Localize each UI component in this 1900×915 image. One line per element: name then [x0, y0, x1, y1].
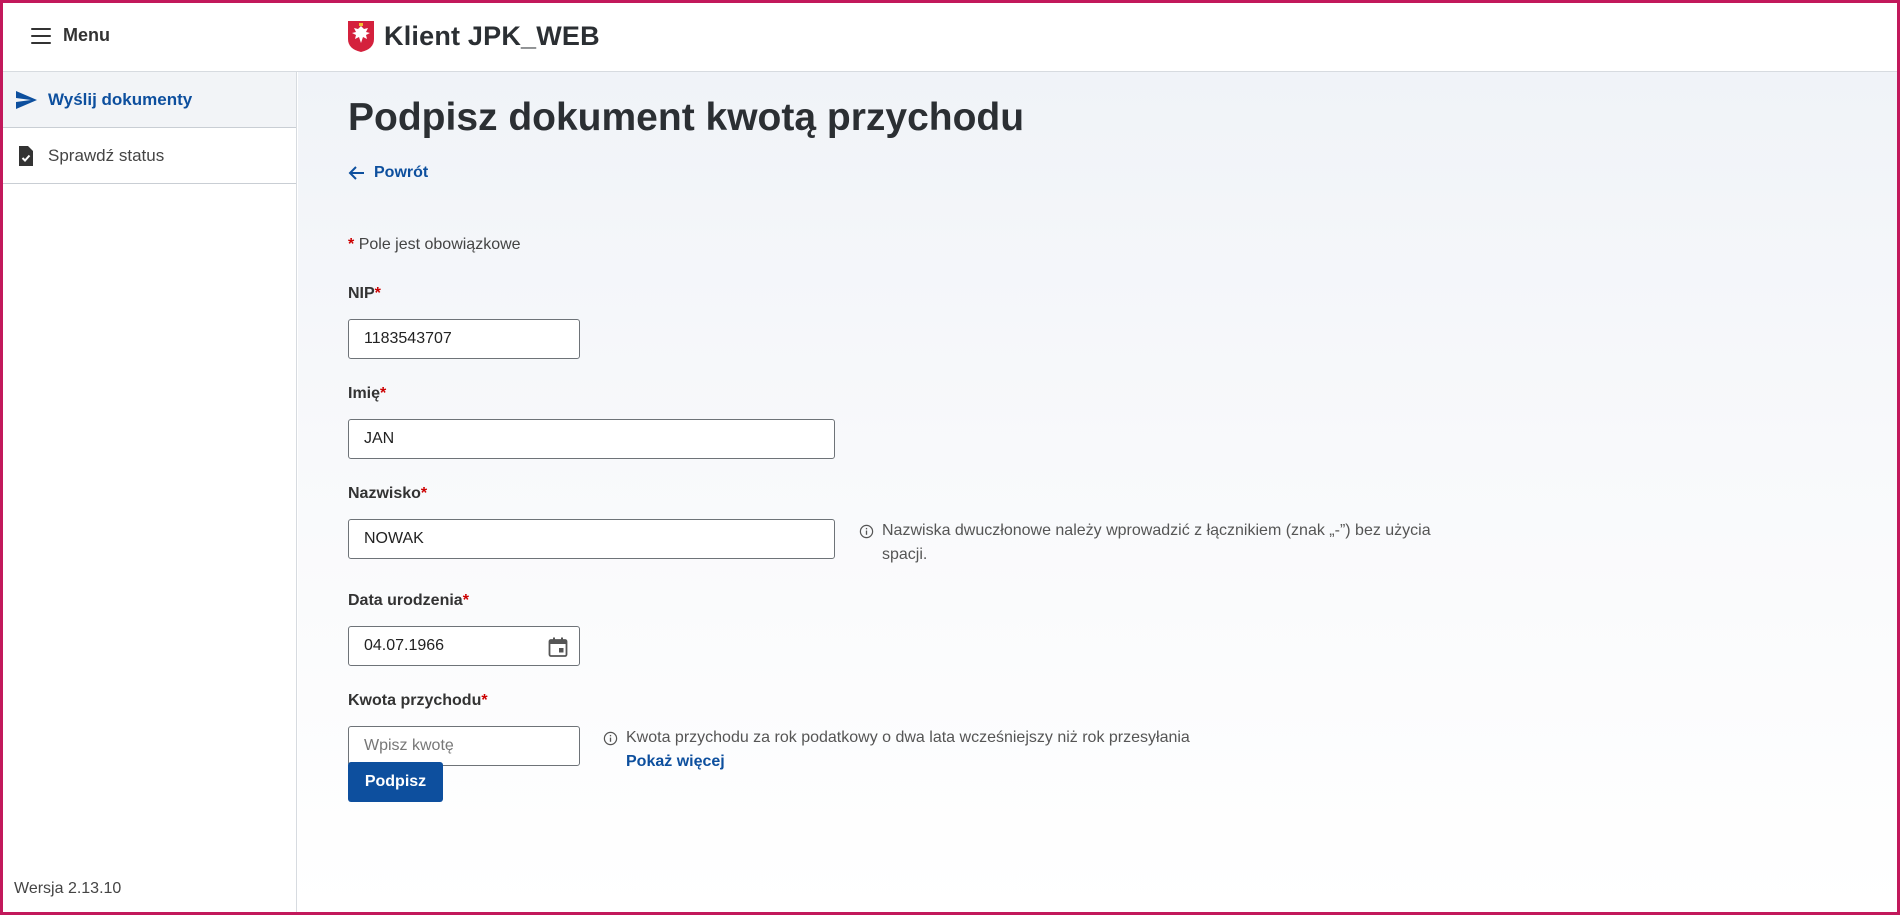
- main-content: Podpisz dokument kwotą przychodu Powrót …: [298, 72, 1897, 912]
- nip-input[interactable]: 1183543707: [348, 319, 580, 359]
- app-title: Klient JPK_WEB: [384, 20, 600, 51]
- required-mark: *: [420, 485, 428, 502]
- top-bar: Menu Klient JPK_WEB: [3, 3, 1897, 72]
- nip-label: NIP*: [348, 285, 381, 303]
- required-mark: *: [348, 236, 355, 253]
- sidebar: Wyślij dokumenty Sprawdź status Wersja 2…: [3, 72, 297, 912]
- income-amount-hint: Kwota przychodu za rok podatkowy o dwa l…: [603, 726, 1303, 774]
- income-amount-label-text: Kwota przychodu: [348, 692, 482, 709]
- income-amount-hint-body: Kwota przychodu za rok podatkowy o dwa l…: [626, 726, 1190, 774]
- last-name-label-text: Nazwisko: [348, 485, 421, 502]
- required-note-text: Pole jest obowiązkowe: [358, 236, 521, 253]
- hamburger-icon: [31, 27, 51, 44]
- birth-date-label: Data urodzenia*: [348, 592, 469, 610]
- income-amount-label: Kwota przychodu*: [348, 692, 488, 710]
- document-check-icon: [19, 145, 33, 166]
- nip-label-text: NIP: [348, 285, 375, 302]
- polish-eagle-emblem-icon: [348, 21, 374, 52]
- first-name-input[interactable]: JAN: [348, 419, 835, 459]
- back-link-label: Powrót: [374, 164, 429, 181]
- back-link[interactable]: Powrót: [348, 164, 428, 182]
- calendar-icon[interactable]: [547, 636, 569, 658]
- income-amount-hint-text: Kwota przychodu za rok podatkowy o dwa l…: [626, 729, 1190, 746]
- menu-button[interactable]: Menu: [31, 25, 110, 46]
- last-name-hint-text: Nazwiska dwuczłonowe należy wprowadzić z…: [882, 522, 1431, 563]
- required-mark: *: [380, 385, 387, 402]
- app-brand: Klient JPK_WEB: [346, 19, 600, 53]
- required-mark: *: [462, 592, 469, 609]
- info-icon: [859, 524, 874, 539]
- last-name-label: Nazwisko*: [348, 485, 427, 503]
- menu-label: Menu: [63, 25, 110, 45]
- sidebar-item-check-status[interactable]: Sprawdź status: [3, 128, 296, 184]
- show-more-link[interactable]: Pokaż więcej: [626, 750, 1190, 774]
- birth-date-value: 04.07.1966: [364, 637, 445, 654]
- sidebar-item-send-documents[interactable]: Wyślij dokumenty: [3, 72, 296, 128]
- sidebar-item-label: Sprawdź status: [48, 145, 165, 165]
- last-name-input[interactable]: NOWAK: [348, 519, 835, 559]
- last-name-hint: Nazwiska dwuczłonowe należy wprowadzić z…: [859, 519, 1459, 567]
- first-name-label: Imię*: [348, 385, 386, 403]
- birth-date-input[interactable]: 04.07.1966: [348, 626, 580, 666]
- income-amount-input[interactable]: Wpisz kwotę: [348, 726, 580, 766]
- version-label: Wersja 2.13.10: [14, 880, 122, 897]
- required-mark: *: [374, 285, 381, 302]
- required-mark: *: [481, 692, 488, 709]
- sign-button[interactable]: Podpisz: [348, 762, 443, 802]
- info-icon: [603, 731, 618, 746]
- arrow-left-icon: [348, 166, 364, 180]
- sidebar-item-label: Wyślij dokumenty: [48, 89, 193, 109]
- required-note: * Pole jest obowiązkowe: [348, 236, 521, 254]
- send-icon: [16, 90, 37, 109]
- first-name-label-text: Imię: [348, 385, 381, 402]
- page-title: Podpisz dokument kwotą przychodu: [348, 96, 1025, 139]
- app-window: Menu Klient JPK_WEB Wyślij dokumenty Spr…: [0, 0, 1900, 915]
- birth-date-label-text: Data urodzenia: [348, 592, 463, 609]
